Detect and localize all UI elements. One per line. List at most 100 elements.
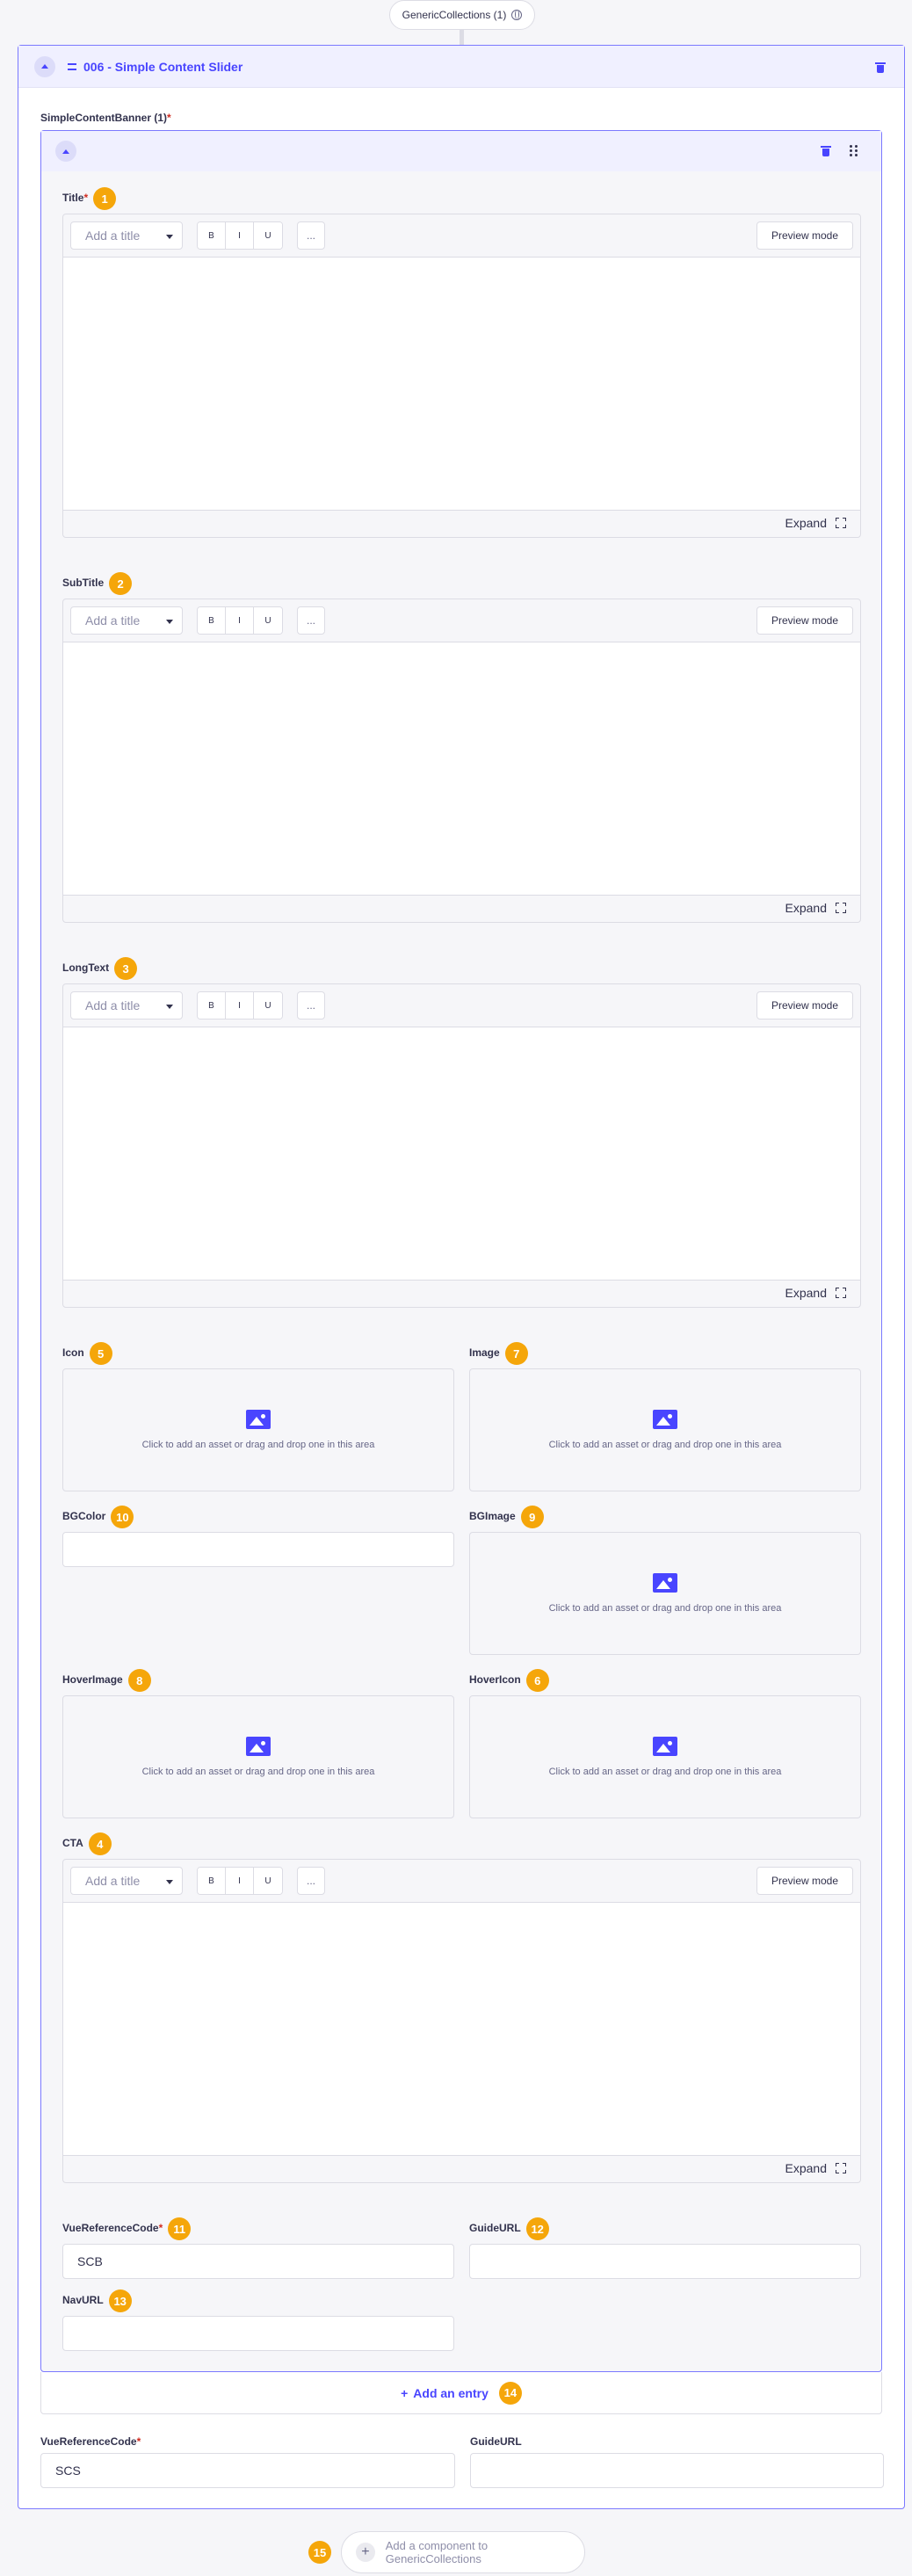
entry-header[interactable] xyxy=(41,131,881,171)
title-textarea[interactable] xyxy=(63,257,860,511)
step-badge: 9 xyxy=(520,1506,544,1528)
step-badge: 8 xyxy=(127,1669,151,1692)
bgimage-label: BGImage 9 xyxy=(469,1506,544,1528)
underline-button[interactable]: U xyxy=(254,992,282,1019)
add-entry-button[interactable]: + Add an entry 14 xyxy=(40,2372,882,2414)
underline-button[interactable]: U xyxy=(254,607,282,634)
subtitle-editor: Add a title BIU ... Preview mode Expand xyxy=(62,599,861,923)
image-icon xyxy=(246,1737,271,1756)
outer-vue-ref-input[interactable]: SCS xyxy=(40,2453,455,2488)
step-badge: 12 xyxy=(525,2217,549,2240)
expand-icon xyxy=(836,1288,846,1298)
delete-entry-icon[interactable] xyxy=(821,146,831,156)
expand-button[interactable]: Expand xyxy=(785,894,846,922)
step-badge: 13 xyxy=(108,2289,132,2312)
title-label: Title* 1 xyxy=(62,187,117,210)
connector-line xyxy=(460,30,464,45)
plus-icon: + xyxy=(401,2385,409,2400)
chevron-up-icon xyxy=(62,149,69,154)
heading-select[interactable]: Add a title xyxy=(70,991,183,1020)
subtitle-label: SubTitle 2 xyxy=(62,572,133,595)
heading-select[interactable]: Add a title xyxy=(70,606,183,635)
step-badge: 3 xyxy=(114,957,138,980)
add-entry-label: Add an entry xyxy=(413,2385,489,2400)
expand-icon xyxy=(836,2163,846,2173)
guide-url-input[interactable] xyxy=(469,2244,861,2279)
underline-button[interactable]: U xyxy=(254,222,282,249)
longtext-textarea[interactable] xyxy=(63,1027,860,1281)
drag-icon[interactable] xyxy=(68,62,76,70)
more-button[interactable]: ... xyxy=(297,991,325,1020)
hovericon-asset-dropzone[interactable]: Click to add an asset or drag and drop o… xyxy=(469,1695,861,1818)
icon-label: Icon 5 xyxy=(62,1342,112,1365)
bold-button[interactable]: B xyxy=(198,607,226,634)
component-header[interactable]: 006 - Simple Content Slider xyxy=(18,46,904,88)
component-title: 006 - Simple Content Slider xyxy=(83,59,243,74)
more-button[interactable]: ... xyxy=(297,221,325,250)
longtext-editor: Add a title BIU ... Preview mode Expand xyxy=(62,983,861,1308)
preview-mode-button[interactable]: Preview mode xyxy=(756,221,853,250)
expand-button[interactable]: Expand xyxy=(785,509,846,537)
preview-mode-button[interactable]: Preview mode xyxy=(756,606,853,635)
bold-button[interactable]: B xyxy=(198,992,226,1019)
preview-mode-button[interactable]: Preview mode xyxy=(756,1867,853,1895)
subtitle-textarea[interactable] xyxy=(63,642,860,896)
bold-button[interactable]: B xyxy=(198,222,226,249)
expand-button[interactable]: Expand xyxy=(785,1279,846,1307)
step-badge: 15 xyxy=(308,2541,331,2564)
collection-pill-label: GenericCollections (1) xyxy=(402,9,507,21)
step-badge: 14 xyxy=(498,2381,522,2405)
caret-down-icon xyxy=(166,620,173,624)
italic-button[interactable]: I xyxy=(226,992,254,1019)
more-button[interactable]: ... xyxy=(297,606,325,635)
nav-url-input[interactable] xyxy=(62,2316,454,2351)
expand-icon xyxy=(836,518,846,528)
step-badge: 4 xyxy=(88,1832,112,1855)
caret-down-icon xyxy=(166,1880,173,1884)
italic-button[interactable]: I xyxy=(226,1868,254,1894)
add-component-label: Add a component to GenericCollections xyxy=(385,2539,489,2565)
add-component-button[interactable]: + Add a component to GenericCollections xyxy=(341,2531,585,2573)
step-badge: 5 xyxy=(89,1342,112,1365)
bgcolor-input[interactable] xyxy=(62,1532,454,1567)
heading-select[interactable]: Add a title xyxy=(70,1867,183,1895)
step-badge: 1 xyxy=(93,187,117,210)
italic-button[interactable]: I xyxy=(226,607,254,634)
preview-mode-button[interactable]: Preview mode xyxy=(756,991,853,1020)
more-button[interactable]: ... xyxy=(297,1867,325,1895)
banner-entry: Title* 1 Add a title BIU ... Preview mode… xyxy=(40,130,882,2372)
step-badge: 10 xyxy=(111,1506,134,1528)
entry-collapse-button[interactable] xyxy=(55,141,76,162)
drag-handle-icon[interactable] xyxy=(850,145,858,157)
collapse-button[interactable] xyxy=(34,55,55,77)
icon-asset-dropzone[interactable]: Click to add an asset or drag and drop o… xyxy=(62,1368,454,1491)
image-icon xyxy=(653,1410,677,1429)
vue-ref-label: VueReferenceCode* 11 xyxy=(62,2217,192,2240)
caret-down-icon xyxy=(166,1005,173,1009)
hovericon-label: HoverIcon 6 xyxy=(469,1669,549,1692)
image-label: Image 7 xyxy=(469,1342,528,1365)
required-mark: * xyxy=(167,112,171,124)
hoverimage-asset-dropzone[interactable]: Click to add an asset or drag and drop o… xyxy=(62,1695,454,1818)
guide-url-label: GuideURL 12 xyxy=(469,2217,549,2240)
title-editor: Add a title BIU ... Preview mode Expand xyxy=(62,214,861,538)
heading-select[interactable]: Add a title xyxy=(70,221,183,250)
underline-button[interactable]: U xyxy=(254,1868,282,1894)
bgimage-asset-dropzone[interactable]: Click to add an asset or drag and drop o… xyxy=(469,1532,861,1655)
cta-label: CTA 4 xyxy=(62,1832,112,1855)
bold-button[interactable]: B xyxy=(198,1868,226,1894)
outer-guide-url-input[interactable] xyxy=(470,2453,884,2488)
image-asset-dropzone[interactable]: Click to add an asset or drag and drop o… xyxy=(469,1368,861,1491)
image-icon xyxy=(653,1573,677,1593)
banner-label-text: SimpleContentBanner (1) xyxy=(40,112,168,124)
cta-textarea[interactable] xyxy=(63,1902,860,2156)
globe-icon xyxy=(511,10,523,20)
italic-button[interactable]: I xyxy=(226,222,254,249)
vue-ref-input[interactable]: SCB xyxy=(62,2244,454,2279)
step-badge: 2 xyxy=(109,572,133,595)
expand-button[interactable]: Expand xyxy=(785,2154,846,2182)
expand-icon xyxy=(836,903,846,913)
step-badge: 6 xyxy=(525,1669,549,1692)
delete-component-icon[interactable] xyxy=(875,62,886,73)
collection-pill[interactable]: GenericCollections (1) xyxy=(389,0,535,30)
